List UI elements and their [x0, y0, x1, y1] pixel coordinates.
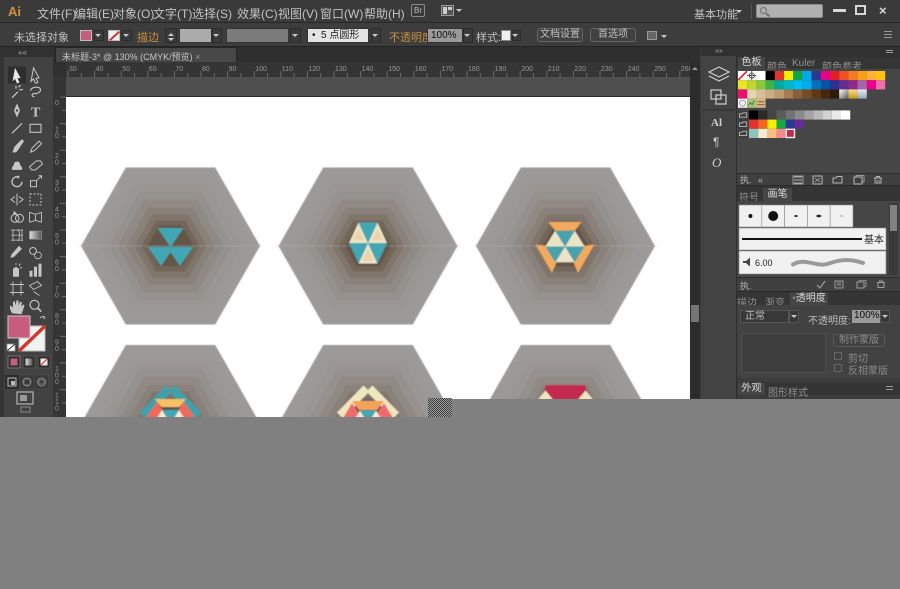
svg-text:110: 110	[282, 66, 293, 73]
svg-text:90: 90	[229, 66, 237, 73]
svg-text:执.: 执.	[740, 174, 752, 185]
svg-text:120: 120	[308, 66, 320, 73]
svg-text:0: 0	[55, 100, 59, 107]
svg-text:0: 0	[55, 240, 59, 247]
svg-text:70: 70	[175, 66, 183, 73]
svg-text:130: 130	[335, 66, 347, 73]
svg-text:100: 100	[255, 66, 267, 73]
svg-text:0: 0	[55, 406, 59, 413]
svg-text:140: 140	[362, 66, 374, 73]
svg-text:50: 50	[122, 66, 130, 73]
svg-text:80: 80	[202, 66, 210, 73]
svg-text:6.00: 6.00	[755, 258, 773, 268]
svg-text:30: 30	[69, 66, 77, 73]
svg-text:160: 160	[415, 66, 427, 73]
svg-text:200: 200	[521, 66, 533, 73]
svg-text:210: 210	[548, 66, 560, 73]
svg-text:¶: ¶	[713, 135, 719, 149]
svg-text:««: ««	[18, 48, 27, 57]
svg-text:60: 60	[149, 66, 157, 73]
svg-text:170: 170	[441, 66, 453, 73]
svg-text:Al: Al	[711, 117, 722, 129]
svg-text:230: 230	[601, 66, 613, 73]
svg-text:0: 0	[55, 346, 59, 353]
svg-text:180: 180	[468, 66, 480, 73]
svg-text:240: 240	[628, 66, 640, 73]
svg-text:0: 0	[55, 160, 59, 167]
svg-text:150: 150	[388, 66, 400, 73]
svg-text:220: 220	[574, 66, 586, 73]
svg-text:0: 0	[55, 133, 59, 140]
svg-text:0: 0	[55, 186, 59, 193]
svg-text:250: 250	[654, 66, 666, 73]
svg-text:«: «	[758, 175, 763, 185]
svg-text:基本: 基本	[864, 233, 884, 246]
svg-text:40: 40	[96, 66, 104, 73]
svg-text:0: 0	[55, 379, 59, 386]
svg-text:0: 0	[55, 319, 59, 326]
svg-text:0: 0	[55, 213, 59, 220]
svg-text:0: 0	[55, 266, 59, 273]
svg-text:190: 190	[495, 66, 507, 73]
svg-text:0: 0	[55, 293, 59, 300]
svg-text:O: O	[712, 155, 722, 170]
svg-text:T: T	[31, 106, 41, 121]
